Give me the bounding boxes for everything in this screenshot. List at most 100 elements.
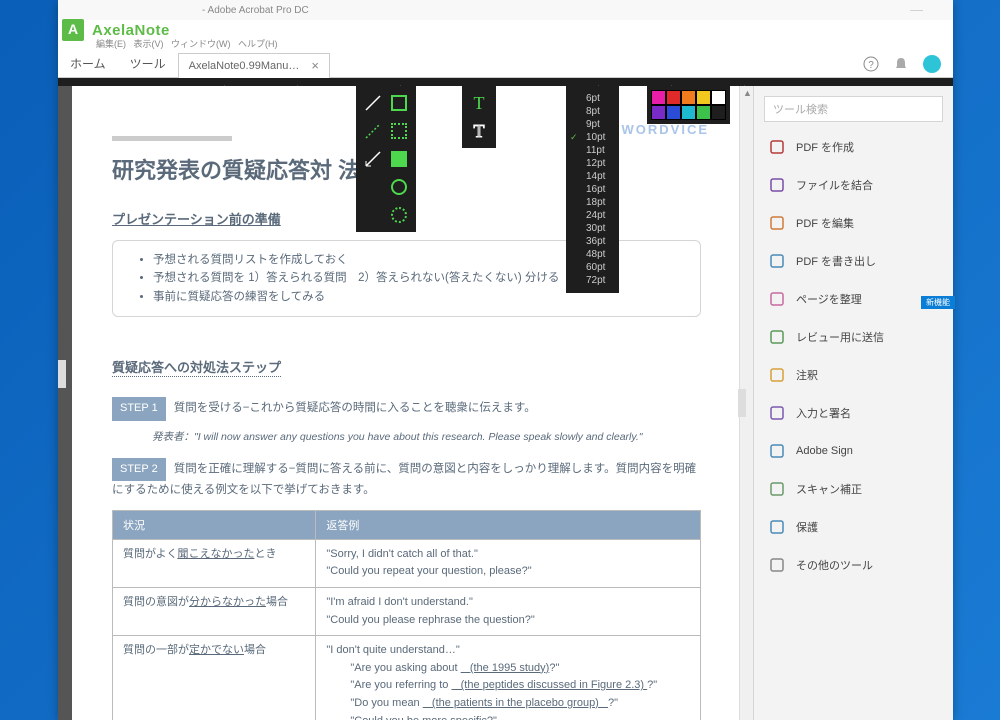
- size-option[interactable]: 6pt: [566, 92, 619, 105]
- sidebar-item-label: 注釈: [796, 367, 818, 383]
- menu-help[interactable]: ヘルプ(H): [238, 39, 278, 49]
- tab-tool[interactable]: ツール: [118, 55, 178, 72]
- app-window: - Adobe Acrobat Pro DC A AxelaNote — 編集(…: [58, 0, 953, 720]
- step2-badge: STEP 2: [112, 458, 166, 482]
- document-tab-label: AxelaNote0.99Manu…: [189, 60, 300, 72]
- step1-sub: 発表者："I will now answer any questions you…: [152, 429, 701, 444]
- rect-fill-icon[interactable]: [388, 148, 410, 170]
- menu-window[interactable]: ウィンドウ(W): [171, 39, 231, 49]
- sidebar-item[interactable]: Adobe Sign: [754, 432, 953, 470]
- menu-edit[interactable]: 編集(E): [96, 39, 126, 49]
- text-tool-panel[interactable]: T T: [462, 86, 496, 148]
- pane-handle-right[interactable]: [738, 389, 746, 417]
- size-option[interactable]: 48pt: [566, 248, 619, 261]
- table-row: 質問の意図が分からなかった場合 "I'm afraid I don't unde…: [113, 587, 701, 635]
- sidebar-item[interactable]: PDF を編集: [754, 204, 953, 242]
- circle-dotted-icon[interactable]: [388, 204, 410, 226]
- step1-badge: STEP 1: [112, 397, 166, 421]
- color-swatch[interactable]: [681, 105, 696, 120]
- sidebar-item[interactable]: 注釈: [754, 356, 953, 394]
- color-swatch[interactable]: [696, 105, 711, 120]
- content-area: WORDVICE 研究発表の質疑応答対 法 プレゼンテーション前の準備 予想され…: [58, 86, 953, 720]
- arrow-icon[interactable]: [362, 148, 384, 170]
- tools-sidebar: ツール検索 PDF を作成ファイルを結合PDF を編集PDF を書き出しページを…: [753, 86, 953, 720]
- color-swatch[interactable]: [711, 90, 726, 105]
- color-swatch[interactable]: [696, 90, 711, 105]
- tool-icon: [768, 480, 786, 498]
- size-option[interactable]: 14pt: [566, 170, 619, 183]
- tool-icon: [768, 366, 786, 384]
- tabbar: ホーム ツール AxelaNote0.99Manu… × ?: [58, 50, 953, 78]
- svg-text:?: ?: [868, 60, 874, 71]
- font-size-panel[interactable]: 6pt8pt9pt10pt11pt12pt14pt16pt18pt24pt30p…: [566, 86, 619, 293]
- tool-icon: [768, 176, 786, 194]
- color-swatch[interactable]: [651, 105, 666, 120]
- tool-icon: [768, 404, 786, 422]
- app-name: AxelaNote: [92, 22, 170, 39]
- menubar: 編集(E) 表示(V) ウィンドウ(W) ヘルプ(H): [58, 37, 953, 50]
- sidebar-item-label: レビュー用に送信: [796, 329, 884, 345]
- tab-home[interactable]: ホーム: [58, 55, 118, 72]
- size-option[interactable]: 9pt: [566, 118, 619, 131]
- sidebar-item-label: スキャン補正: [796, 481, 862, 497]
- tool-icon: [768, 442, 786, 460]
- color-swatch[interactable]: [666, 105, 681, 120]
- color-swatch[interactable]: [681, 90, 696, 105]
- tool-icon: [768, 290, 786, 308]
- sidebar-item[interactable]: その他のツール: [754, 546, 953, 584]
- color-swatch[interactable]: [651, 90, 666, 105]
- sidebar-item[interactable]: レビュー用に送信: [754, 318, 953, 356]
- document-tab[interactable]: AxelaNote0.99Manu… ×: [178, 53, 330, 78]
- help-icon[interactable]: ?: [863, 56, 879, 72]
- text-fill-icon[interactable]: T: [468, 92, 490, 114]
- size-option[interactable]: 60pt: [566, 261, 619, 274]
- size-option[interactable]: 72pt: [566, 274, 619, 287]
- line-dotted-icon[interactable]: [362, 120, 384, 142]
- sidebar-item[interactable]: 入力と署名: [754, 394, 953, 432]
- tool-icon: [768, 328, 786, 346]
- sidebar-item[interactable]: 保護: [754, 508, 953, 546]
- rect-dotted-icon[interactable]: [388, 120, 410, 142]
- step2: STEP 2質問を正確に理解する−質問に答える前に、質問の意図と内容をしっかり理…: [112, 458, 701, 500]
- doc-h2-2: 質疑応答への対処法ステップ: [112, 357, 281, 377]
- shape-tool-panel[interactable]: [356, 86, 416, 232]
- search-input[interactable]: ツール検索: [764, 96, 943, 122]
- size-option[interactable]: 16pt: [566, 183, 619, 196]
- size-option[interactable]: 18pt: [566, 196, 619, 209]
- minimize-icon[interactable]: —: [910, 2, 923, 17]
- table-row: 質問の一部が定かでない場合 "I don't quite understand……: [113, 636, 701, 720]
- color-panel[interactable]: [647, 86, 730, 124]
- text-outline-icon[interactable]: T: [468, 120, 490, 142]
- size-option[interactable]: 10pt: [566, 131, 619, 144]
- bell-icon[interactable]: [893, 56, 909, 72]
- size-option[interactable]: 30pt: [566, 222, 619, 235]
- tabbar-right: ?: [863, 55, 953, 73]
- titlebar-bg: - Adobe Acrobat Pro DC: [202, 5, 309, 16]
- size-option[interactable]: 12pt: [566, 157, 619, 170]
- rect-outline-icon[interactable]: [388, 92, 410, 114]
- new-badge: 新機能: [921, 296, 955, 309]
- size-option[interactable]: 8pt: [566, 105, 619, 118]
- sidebar-item[interactable]: PDF を作成: [754, 128, 953, 166]
- avatar[interactable]: [923, 55, 941, 73]
- menu-display[interactable]: 表示(V): [134, 39, 164, 49]
- close-icon[interactable]: ×: [311, 58, 319, 73]
- pane-handle-left[interactable]: [58, 360, 66, 388]
- tool-icon: [768, 138, 786, 156]
- sidebar-item[interactable]: PDF を書き出し: [754, 242, 953, 280]
- sidebar-item-label: ページを整理: [796, 291, 862, 307]
- sidebar-item-label: Adobe Sign: [796, 445, 853, 457]
- tool-icon: [768, 252, 786, 270]
- sidebar-item-label: 入力と署名: [796, 405, 851, 421]
- sidebar-item[interactable]: ファイルを結合: [754, 166, 953, 204]
- th-situation: 状況: [113, 510, 316, 539]
- line-solid-icon[interactable]: [362, 92, 384, 114]
- circle-outline-icon[interactable]: [388, 176, 410, 198]
- size-option[interactable]: 11pt: [566, 144, 619, 157]
- size-option[interactable]: 24pt: [566, 209, 619, 222]
- color-swatch[interactable]: [666, 90, 681, 105]
- color-swatch[interactable]: [711, 105, 726, 120]
- scrollbar-horizontal[interactable]: [112, 136, 232, 141]
- sidebar-item[interactable]: スキャン補正: [754, 470, 953, 508]
- size-option[interactable]: 36pt: [566, 235, 619, 248]
